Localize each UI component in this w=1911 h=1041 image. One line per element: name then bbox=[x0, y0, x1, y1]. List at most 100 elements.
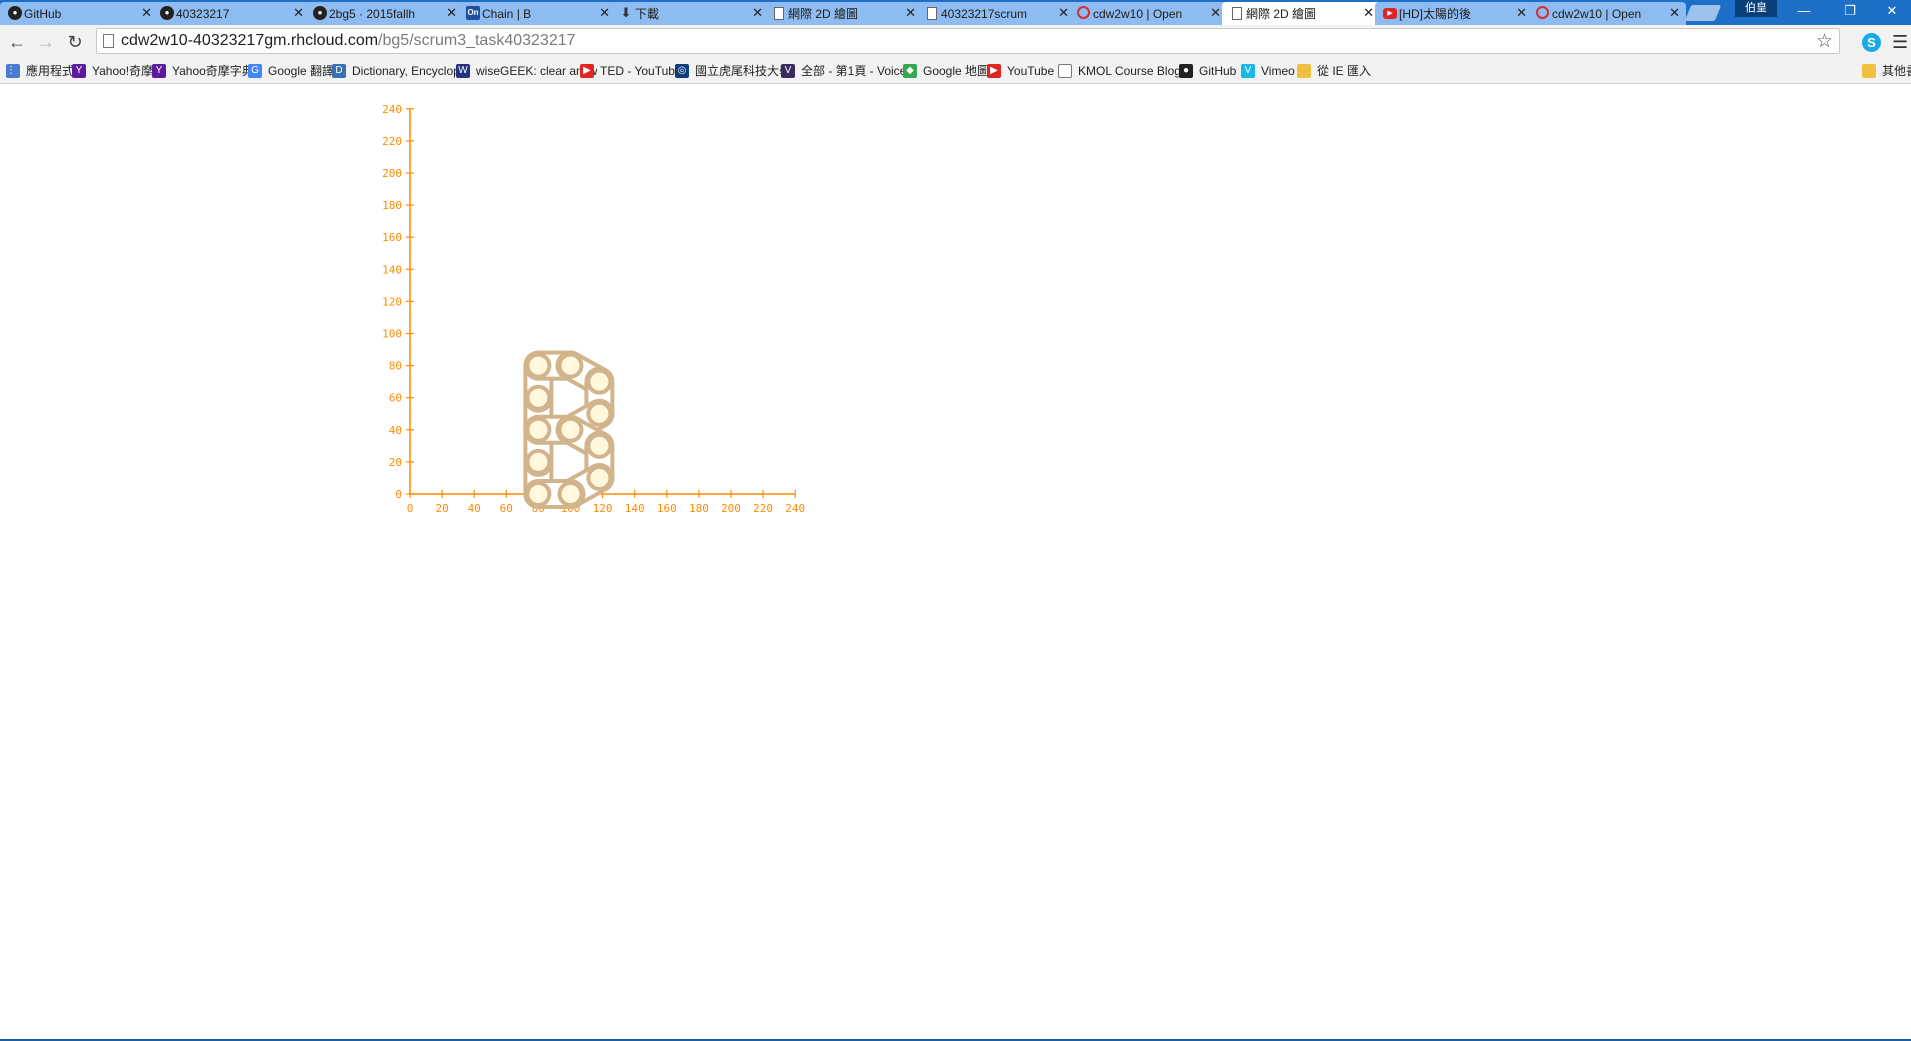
bookmark-label: 國立虎尾科技大學 bbox=[695, 64, 792, 78]
x-tick-label: 240 bbox=[785, 502, 805, 515]
chain-pin bbox=[525, 481, 552, 507]
close-tab-icon[interactable]: ✕ bbox=[905, 5, 916, 21]
bookmark-item[interactable]: D Dictionary, Encyclop bbox=[332, 62, 460, 79]
bookmark-item[interactable]: ▶ TED - YouTube bbox=[580, 62, 682, 79]
bookmark-label: 全部 - 第1頁 - VoiceT bbox=[801, 64, 914, 78]
tab-5[interactable]: 網際 2D 繪圖 ✕ bbox=[764, 2, 922, 25]
y-tick-label: 120 bbox=[382, 295, 402, 308]
tab-3[interactable]: On Chain | B ✕ bbox=[458, 2, 616, 25]
bookmark-item[interactable]: 其他書籤 bbox=[1862, 62, 1911, 79]
skype-extension-icon[interactable]: S bbox=[1862, 33, 1881, 52]
youtube-icon: ▶ bbox=[987, 63, 1001, 78]
y-tick-label: 100 bbox=[382, 328, 402, 341]
y-tick-label: 20 bbox=[389, 456, 402, 469]
google-translate-icon: G bbox=[248, 63, 262, 78]
forward-arrow-icon[interactable]: → bbox=[35, 31, 57, 53]
x-tick-label: 20 bbox=[435, 502, 448, 515]
vimeo-icon: V bbox=[1241, 63, 1255, 78]
close-tab-icon[interactable]: ✕ bbox=[1058, 5, 1069, 21]
profile-name[interactable]: 伯皇 bbox=[1735, 0, 1777, 17]
tab-1[interactable]: ● 40323217 ✕ bbox=[152, 2, 310, 25]
chain-pin bbox=[557, 481, 584, 507]
tab-4[interactable]: ⬇ 下載 ✕ bbox=[611, 2, 769, 25]
close-tab-icon[interactable]: ✕ bbox=[1363, 5, 1374, 21]
chain-pin bbox=[586, 464, 613, 491]
close-tab-icon[interactable]: ✕ bbox=[293, 5, 304, 21]
bookmark-label: 應用程式 bbox=[26, 64, 75, 78]
chain-pin bbox=[586, 432, 613, 459]
x-tick-label: 140 bbox=[625, 502, 645, 515]
bookmark-item[interactable]: ◆ Google 地圖 bbox=[903, 62, 989, 79]
tab-2[interactable]: ● 2bg5 · 2015fallh ✕ bbox=[305, 2, 463, 25]
tab-title: GitHub bbox=[24, 6, 62, 21]
chain-pin bbox=[525, 352, 552, 379]
address-bar[interactable]: cdw2w10-40323217gm.rhcloud.com/bg5/scrum… bbox=[96, 28, 1840, 54]
tab-0[interactable]: ● GitHub ✕ bbox=[0, 2, 158, 25]
chain-pin bbox=[525, 448, 552, 475]
back-arrow-icon[interactable]: ← bbox=[6, 31, 28, 53]
bookmark-item[interactable]: ◎ 國立虎尾科技大學 bbox=[675, 62, 791, 79]
chain-pin bbox=[525, 416, 552, 443]
tab-title: cdw2w10 | Open bbox=[1093, 6, 1183, 21]
bookmark-item[interactable]: WwiseGEEK: clear answ bbox=[456, 62, 597, 79]
x-tick-label: 200 bbox=[721, 502, 741, 515]
browser-toolbar: ← → ↻ cdw2w10-40323217gm.rhcloud.com/bg5… bbox=[0, 25, 1911, 58]
tab-10[interactable]: cdw2w10 | Open ✕ bbox=[1528, 2, 1686, 25]
wisegeek-icon: W bbox=[456, 63, 470, 78]
new-tab-button[interactable] bbox=[1684, 5, 1722, 21]
hamburger-menu-icon[interactable]: ☰ bbox=[1892, 32, 1908, 53]
minimize-icon[interactable]: — bbox=[1781, 0, 1827, 24]
tab-9[interactable]: ▶ [HD]太陽的後 ✕ bbox=[1375, 2, 1533, 25]
bookmark-item[interactable]: Y Yahoo奇摩字典 bbox=[152, 62, 254, 79]
tab-8[interactable]: 網際 2D 繪圖 ✕ bbox=[1222, 2, 1380, 25]
url-text[interactable]: cdw2w10-40323217gm.rhcloud.com/bg5/scrum… bbox=[121, 32, 576, 50]
bookmark-label: Yahoo!奇摩 bbox=[92, 64, 154, 78]
tab-6[interactable]: 40323217scrum ✕ bbox=[917, 2, 1075, 25]
bookmark-item[interactable]: KMOL Course Blog ( bbox=[1058, 62, 1188, 79]
tab-title: 40323217scrum bbox=[941, 6, 1028, 21]
reload-icon[interactable]: ↻ bbox=[64, 31, 86, 53]
bookmark-label: Yahoo奇摩字典 bbox=[172, 64, 254, 78]
bookmark-item[interactable]: ▶ YouTube bbox=[987, 62, 1054, 79]
youtube-icon: ▶ bbox=[1383, 8, 1397, 19]
github-icon: ● bbox=[8, 6, 22, 20]
folder-icon bbox=[1862, 63, 1876, 78]
close-tab-icon[interactable]: ✕ bbox=[599, 5, 610, 21]
dictionary-icon: D bbox=[332, 63, 346, 78]
tab-title: 網際 2D 繪圖 bbox=[788, 7, 859, 21]
bookmark-item[interactable]: 從 IE 匯入 bbox=[1297, 62, 1371, 79]
bookmark-item[interactable]: ⋮⋮ 應用程式 bbox=[6, 62, 74, 79]
close-tab-icon[interactable]: ✕ bbox=[141, 5, 152, 21]
y-tick-label: 140 bbox=[382, 263, 402, 276]
y-tick-label: 160 bbox=[382, 231, 402, 244]
close-tab-icon[interactable]: ✕ bbox=[752, 5, 763, 21]
close-tab-icon[interactable]: ✕ bbox=[1516, 5, 1527, 21]
bookmark-item[interactable]: ● GitHub bbox=[1179, 62, 1236, 79]
page-icon bbox=[103, 34, 114, 48]
bookmark-item[interactable]: V Vimeo bbox=[1241, 62, 1295, 79]
bookmark-item[interactable]: V 全部 - 第1頁 - VoiceT bbox=[781, 62, 914, 79]
voicetube-icon: V bbox=[781, 63, 795, 78]
close-window-icon[interactable]: ✕ bbox=[1869, 0, 1911, 24]
yahoo-icon: Y bbox=[152, 63, 166, 78]
tab-title: 2bg5 · 2015fallh bbox=[329, 6, 416, 21]
y-tick-label: 80 bbox=[389, 360, 402, 373]
y-tick-label: 0 bbox=[395, 488, 402, 501]
chain-pin bbox=[586, 400, 613, 427]
y-tick-label: 40 bbox=[389, 424, 402, 437]
chain-pin bbox=[557, 416, 584, 443]
google-maps-icon: ◆ bbox=[903, 63, 917, 78]
bookmark-star-icon[interactable]: ☆ bbox=[1816, 30, 1833, 53]
restore-icon[interactable]: ❐ bbox=[1827, 0, 1873, 24]
bookmark-item[interactable]: Y Yahoo!奇摩 bbox=[72, 62, 153, 79]
bookmark-item[interactable]: G Google 翻譯 bbox=[248, 62, 334, 79]
close-tab-icon[interactable]: ✕ bbox=[1210, 5, 1221, 21]
x-tick-label: 0 bbox=[407, 502, 414, 515]
close-tab-icon[interactable]: ✕ bbox=[1669, 5, 1680, 21]
tab-7[interactable]: cdw2w10 | Open ✕ bbox=[1069, 2, 1227, 25]
bookmark-label: 從 IE 匯入 bbox=[1317, 64, 1372, 78]
chain-pin bbox=[586, 368, 613, 395]
folder-icon bbox=[1297, 63, 1311, 78]
close-tab-icon[interactable]: ✕ bbox=[446, 5, 457, 21]
y-tick-label: 200 bbox=[382, 167, 402, 180]
